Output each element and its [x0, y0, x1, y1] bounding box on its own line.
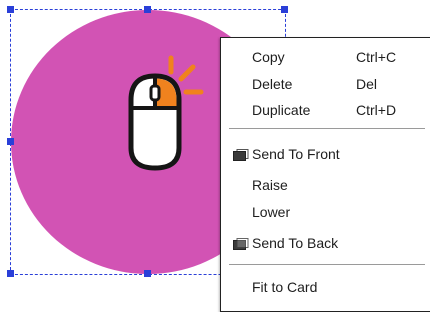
- menu-item-send-to-back[interactable]: Send To Back: [221, 231, 430, 255]
- menu-item-send-to-front[interactable]: Send To Front: [221, 142, 430, 166]
- send-to-back-icon: [233, 238, 249, 250]
- menu-item-label: Copy: [252, 49, 285, 65]
- resize-handle-bottom[interactable]: [144, 270, 151, 277]
- menu-item-fit-to-card[interactable]: Fit to Card: [221, 275, 430, 299]
- menu-item-label: Delete: [252, 76, 293, 92]
- menu-separator: [229, 128, 425, 129]
- menu-item-raise[interactable]: Raise: [221, 173, 430, 197]
- menu-item-duplicate[interactable]: Duplicate Ctrl+D: [221, 98, 430, 122]
- menu-item-shortcut: Ctrl+D: [356, 102, 397, 118]
- mouse-click-icon: [128, 55, 204, 171]
- menu-item-label: Raise: [252, 177, 288, 193]
- menu-item-lower[interactable]: Lower: [221, 200, 430, 224]
- menu-item-shortcut: Ctrl+C: [356, 49, 397, 65]
- menu-item-label: Fit to Card: [252, 279, 318, 295]
- menu-item-label: Lower: [252, 204, 291, 220]
- resize-handle-bottom-left[interactable]: [7, 270, 14, 277]
- menu-item-label: Send To Front: [252, 146, 340, 162]
- resize-handle-left[interactable]: [7, 138, 14, 145]
- card-canvas[interactable]: Copy Ctrl+C Delete Del Duplicate Ctrl+D …: [0, 0, 430, 312]
- context-menu: Copy Ctrl+C Delete Del Duplicate Ctrl+D …: [220, 37, 430, 312]
- resize-handle-top[interactable]: [144, 6, 151, 13]
- resize-handle-top-left[interactable]: [7, 6, 14, 13]
- menu-item-copy[interactable]: Copy Ctrl+C: [221, 45, 430, 69]
- menu-separator: [229, 264, 425, 265]
- menu-item-label: Duplicate: [252, 102, 311, 118]
- send-to-front-icon: [233, 149, 249, 161]
- menu-item-label: Send To Back: [252, 235, 339, 251]
- resize-handle-top-right[interactable]: [281, 6, 288, 13]
- menu-item-shortcut: Del: [356, 76, 378, 92]
- menu-item-delete[interactable]: Delete Del: [221, 72, 430, 96]
